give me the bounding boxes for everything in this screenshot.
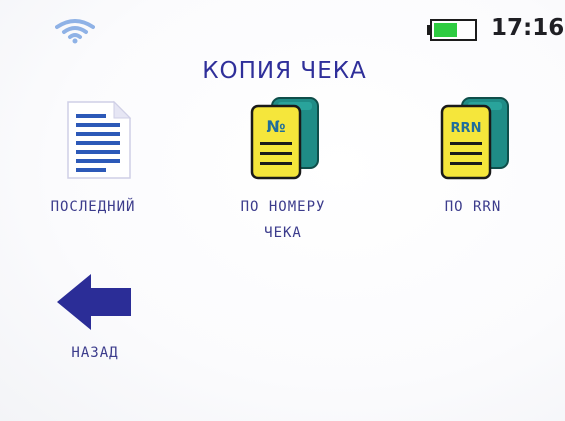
menu-item-label: ПО НОМЕРУ ЧЕКА — [198, 194, 368, 246]
menu-item-by-number[interactable]: № ПО НОМЕРУ ЧЕКА — [198, 92, 368, 246]
battery-icon — [427, 19, 477, 41]
receipt-number-icon: № — [250, 97, 319, 180]
menu-item-label: НАЗАД — [71, 345, 119, 361]
arrow-left-icon — [57, 274, 131, 330]
status-time: 17:16 — [491, 15, 565, 41]
receipt-rrn-icon: RRN — [440, 97, 509, 180]
receipt-rrn-text: RRN — [451, 121, 482, 136]
menu-item-label-line2: ЧЕКА — [264, 225, 302, 241]
page-title: КОПИЯ ЧЕКА — [202, 58, 367, 84]
back-button[interactable]: НАЗАД — [40, 270, 150, 366]
menu-item-last[interactable]: ПОСЛЕДНИЙ — [18, 92, 168, 220]
menu-item-label: ПО RRN — [444, 199, 502, 215]
menu-item-label: ПОСЛЕДНИЙ — [50, 199, 136, 215]
document-icon — [67, 100, 132, 179]
menu-item-by-rrn[interactable]: RRN ПО RRN — [403, 92, 543, 220]
menu-item-label-line1: ПО НОМЕРУ — [240, 199, 326, 215]
wifi-icon — [55, 19, 95, 44]
receipt-number-symbol: № — [266, 117, 285, 136]
screen: 17:16 КОПИЯ ЧЕКА ПОСЛЕДНИЙ № ПО НОМЕРУ Ч… — [0, 0, 565, 421]
